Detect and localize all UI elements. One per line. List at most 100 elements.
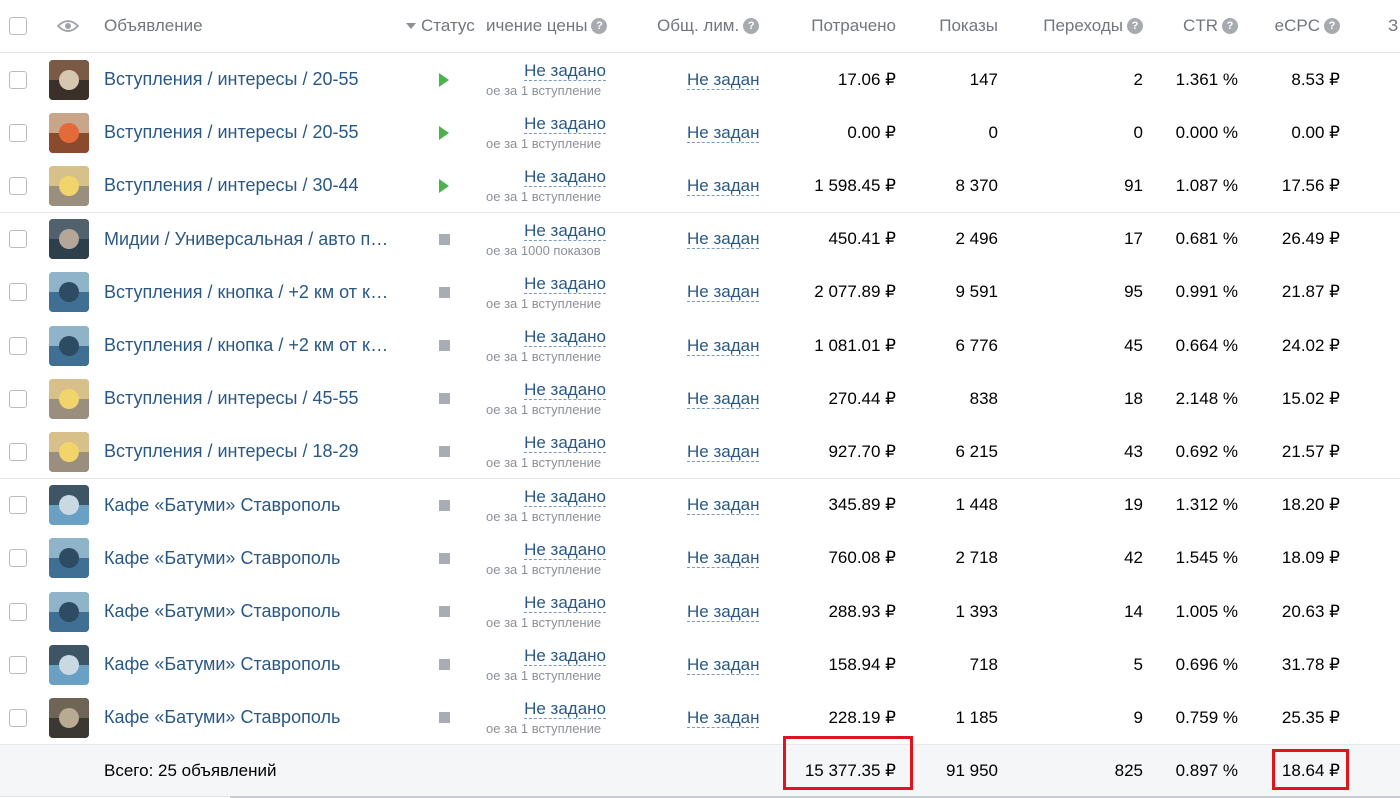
price-link[interactable]: Не задано	[524, 380, 606, 401]
stop-icon[interactable]	[438, 340, 450, 351]
stop-icon[interactable]	[438, 286, 450, 298]
price-link[interactable]: Не задано	[524, 221, 606, 241]
ad-name-link[interactable]: Кафе «Батуми» Ставрополь	[104, 601, 340, 622]
ad-thumbnail[interactable]	[49, 485, 89, 526]
column-spent[interactable]: Потрачено	[780, 0, 896, 52]
price-link[interactable]: Не задано	[524, 167, 606, 188]
limit-link[interactable]: Не задан	[687, 442, 760, 462]
column-status[interactable]: Статус	[406, 0, 486, 52]
ad-name-link[interactable]: Вступления / кнопка / +2 км от каф...	[104, 282, 396, 303]
row-checkbox[interactable]	[9, 123, 27, 142]
ad-thumbnail[interactable]	[49, 219, 89, 260]
stop-icon[interactable]	[438, 659, 450, 671]
ad-name-link[interactable]: Кафе «Батуми» Ставрополь	[104, 495, 340, 516]
play-icon[interactable]	[439, 72, 449, 87]
row-checkbox[interactable]	[9, 336, 27, 355]
ad-thumbnail[interactable]	[49, 378, 89, 419]
column-ad[interactable]: Объявление	[104, 0, 384, 52]
ad-name-link[interactable]: Кафе «Батуми» Ставрополь	[104, 548, 340, 569]
play-icon[interactable]	[439, 125, 449, 140]
price-link[interactable]: Не задано	[524, 327, 606, 347]
table-row[interactable]: Вступления / интересы / 18-29 Не задано ое…	[0, 425, 1400, 480]
price-link[interactable]: Не задано	[524, 114, 606, 135]
limit-link[interactable]: Не задан	[687, 282, 760, 303]
stop-icon[interactable]	[438, 606, 450, 617]
price-link[interactable]: Не задано	[524, 487, 606, 507]
table-row[interactable]: Вступления / кнопка / +2 км от каф... Не …	[0, 265, 1400, 320]
column-ctr[interactable]: CTR ?	[1150, 0, 1238, 52]
table-row[interactable]: Вступления / кнопка / +2 км от каф... Не …	[0, 319, 1400, 373]
question-icon[interactable]: ?	[591, 18, 608, 34]
ad-name-link[interactable]: Кафе «Батуми» Ставрополь	[104, 654, 340, 675]
ad-name-link[interactable]: Вступления / кнопка / +2 км от каф...	[104, 335, 396, 356]
limit-link[interactable]: Не задан	[687, 336, 760, 356]
price-link[interactable]: Не задано	[524, 433, 606, 454]
row-checkbox[interactable]	[9, 549, 27, 568]
row-checkbox[interactable]	[9, 496, 27, 515]
table-row[interactable]: Вступления / интересы / 45-55 Не задано ое…	[0, 372, 1400, 427]
table-row[interactable]: Кафе «Батуми» Ставрополь Не задано ое за 1…	[0, 638, 1400, 693]
row-checkbox[interactable]	[9, 655, 27, 674]
ad-name-link[interactable]: Вступления / интересы / 30-44	[104, 175, 359, 196]
ad-thumbnail[interactable]	[49, 325, 89, 366]
limit-link[interactable]: Не задан	[687, 655, 760, 675]
question-icon[interactable]: ?	[1222, 18, 1238, 34]
ad-thumbnail[interactable]	[49, 112, 89, 153]
column-impressions[interactable]: Показы	[900, 0, 998, 52]
limit-link[interactable]: Не задан	[687, 495, 760, 516]
row-checkbox[interactable]	[9, 70, 27, 89]
stop-icon[interactable]	[438, 446, 450, 458]
ad-thumbnail[interactable]	[49, 59, 89, 100]
price-link[interactable]: Не задано	[524, 646, 606, 667]
row-checkbox[interactable]	[9, 230, 27, 249]
column-limit[interactable]: Общ. лим. ?	[657, 0, 767, 52]
table-row[interactable]: Кафе «Батуми» Ставрополь Не задано ое за 1…	[0, 691, 1400, 746]
ad-name-link[interactable]: Вступления / интересы / 45-55	[104, 388, 359, 409]
table-row[interactable]: Вступления / интересы / 30-44 Не задано ое…	[0, 159, 1400, 214]
price-link[interactable]: Не задано	[524, 61, 606, 81]
limit-link[interactable]: Не задан	[687, 708, 760, 728]
question-icon[interactable]: ?	[1127, 18, 1143, 34]
question-icon[interactable]: ?	[1324, 18, 1340, 34]
ad-name-link[interactable]: Вступления / интересы / 18-29	[104, 441, 359, 462]
table-row[interactable]: Кафе «Батуми» Ставрополь Не задано ое за 1…	[0, 478, 1400, 533]
ad-thumbnail[interactable]	[49, 591, 89, 632]
row-checkbox[interactable]	[9, 442, 27, 461]
price-link[interactable]: Не задано	[524, 593, 606, 613]
question-icon[interactable]: ?	[743, 18, 760, 34]
limit-link[interactable]: Не задан	[687, 70, 760, 90]
ad-thumbnail[interactable]	[49, 644, 89, 685]
ad-name-link[interactable]: Мидии / Универсальная / авто пок...	[104, 229, 396, 250]
column-clicks[interactable]: Переходы ?	[1010, 0, 1143, 52]
ad-thumbnail[interactable]	[49, 165, 89, 206]
limit-link[interactable]: Не задан	[687, 123, 760, 143]
table-row[interactable]: Кафе «Батуми» Ставрополь Не задано ое за 1…	[0, 585, 1400, 639]
ad-name-link[interactable]: Вступления / интересы / 20-55	[104, 122, 359, 143]
play-icon[interactable]	[439, 178, 449, 193]
price-link[interactable]: Не задано	[524, 699, 606, 720]
ad-thumbnail[interactable]	[49, 272, 89, 313]
select-all-checkbox[interactable]	[9, 17, 27, 35]
row-checkbox[interactable]	[9, 708, 27, 727]
row-checkbox[interactable]	[9, 283, 27, 302]
price-link[interactable]: Не задано	[524, 540, 606, 560]
column-ecpc[interactable]: eCPC ?	[1250, 0, 1340, 52]
table-row[interactable]: Мидии / Универсальная / авто пок... Не за…	[0, 212, 1400, 267]
stop-icon[interactable]	[438, 393, 450, 405]
row-checkbox[interactable]	[9, 176, 27, 195]
ad-name-link[interactable]: Вступления / интересы / 20-55	[104, 69, 359, 90]
stop-icon[interactable]	[438, 712, 450, 724]
row-checkbox[interactable]	[9, 389, 27, 408]
stop-icon[interactable]	[438, 499, 450, 511]
eye-icon[interactable]	[57, 0, 81, 52]
ad-thumbnail[interactable]	[49, 431, 89, 472]
limit-link[interactable]: Не задан	[687, 602, 760, 622]
column-price[interactable]: ичение цены ?	[486, 0, 608, 52]
limit-link[interactable]: Не задан	[687, 176, 760, 196]
limit-link[interactable]: Не задан	[687, 229, 760, 250]
ad-thumbnail[interactable]	[49, 697, 89, 738]
row-checkbox[interactable]	[9, 602, 27, 621]
table-row[interactable]: Вступления / интересы / 20-55 Не задано ое…	[0, 106, 1400, 161]
table-row[interactable]: Кафе «Батуми» Ставрополь Не задано ое за 1…	[0, 531, 1400, 586]
column-extra[interactable]: З	[1388, 0, 1400, 52]
